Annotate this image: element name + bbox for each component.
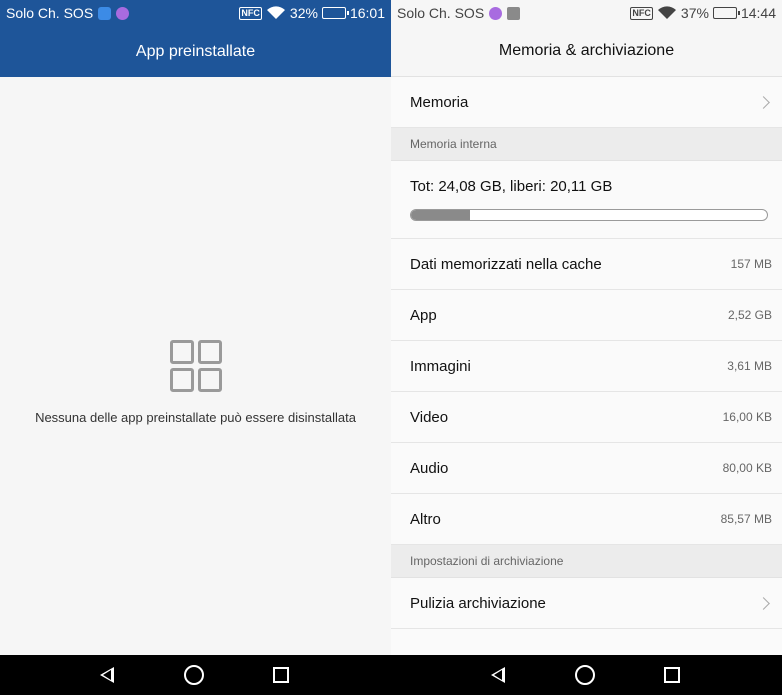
clock: 16:01: [349, 5, 385, 21]
left-screen: Solo Ch. SOS NFC 32% 16:01 App preinstal…: [0, 0, 391, 655]
status-bar: Solo Ch. SOS NFC 32% 16:01: [0, 0, 391, 26]
storage-item-images[interactable]: Immagini 3,61 MB: [391, 341, 782, 392]
storage-item-cache[interactable]: Dati memorizzati nella cache 157 MB: [391, 239, 782, 290]
carrier-label: Solo Ch. SOS: [397, 5, 485, 21]
empty-state: Nessuna delle app preinstallate può esse…: [0, 340, 391, 425]
item-label: Dati memorizzati nella cache: [410, 255, 602, 273]
battery-percent: 32%: [289, 5, 318, 21]
battery-icon: [321, 7, 349, 19]
storage-summary: Tot: 24,08 GB, liberi: 20,11 GB: [391, 161, 782, 239]
page-title: Memoria & archiviazione: [391, 26, 782, 77]
nfc-icon: NFC: [239, 6, 262, 20]
grid-apps-icon: [169, 340, 222, 392]
status-bar: Solo Ch. SOS NFC 37% 14:44: [391, 0, 782, 26]
notification-icon: [98, 6, 112, 20]
storage-item-app[interactable]: App 2,52 GB: [391, 290, 782, 341]
section-header-settings: Impostazioni di archiviazione: [391, 545, 782, 578]
chevron-right-icon: [757, 95, 770, 109]
back-icon[interactable]: [491, 655, 505, 695]
item-value: 2,52 GB: [727, 308, 772, 322]
nfc-icon: NFC: [630, 6, 653, 20]
section-header-internal: Memoria interna: [391, 128, 782, 161]
item-value: 16,00 KB: [722, 410, 772, 424]
battery-icon: [712, 7, 740, 19]
recent-apps-icon[interactable]: [273, 655, 289, 695]
messenger-icon: [116, 6, 130, 20]
item-label: Altro: [410, 510, 441, 528]
carrier-label: Solo Ch. SOS: [6, 5, 94, 21]
storage-items-list: Dati memorizzati nella cache 157 MB App …: [391, 239, 782, 545]
chevron-right-icon: [757, 596, 770, 610]
item-label: Video: [410, 408, 449, 426]
memoria-item[interactable]: Memoria: [391, 77, 782, 128]
wifi-icon: [657, 6, 676, 20]
image-notification-icon: [507, 6, 521, 20]
item-value: 157 MB: [730, 257, 772, 271]
wifi-icon: [266, 6, 285, 20]
battery-percent: 37%: [680, 5, 709, 21]
cleanup-item[interactable]: Pulizia archiviazione: [391, 578, 782, 629]
storage-item-audio[interactable]: Audio 80,00 KB: [391, 443, 782, 494]
clock: 14:44: [740, 5, 776, 21]
page-title: App preinstallate: [0, 26, 391, 77]
storage-usage-bar: [410, 209, 768, 221]
navigation-bar: [0, 655, 782, 695]
storage-item-video[interactable]: Video 16,00 KB: [391, 392, 782, 443]
storage-item-other[interactable]: Altro 85,57 MB: [391, 494, 782, 545]
item-value: 85,57 MB: [720, 512, 772, 526]
empty-message: Nessuna delle app preinstallate può esse…: [35, 410, 356, 425]
cleanup-label: Pulizia archiviazione: [410, 594, 546, 612]
home-icon[interactable]: [575, 655, 595, 695]
back-icon[interactable]: [100, 655, 114, 695]
item-label: Immagini: [410, 357, 471, 375]
recent-apps-icon[interactable]: [664, 655, 680, 695]
storage-summary-text: Tot: 24,08 GB, liberi: 20,11 GB: [410, 178, 613, 195]
messenger-icon: [489, 6, 503, 20]
item-value: 3,61 MB: [727, 359, 772, 373]
item-value: 80,00 KB: [722, 461, 772, 475]
item-label: Audio: [410, 459, 449, 477]
right-screen: Solo Ch. SOS NFC 37% 14:44 Memoria & arc…: [391, 0, 782, 655]
memoria-label: Memoria: [410, 93, 469, 111]
home-icon[interactable]: [184, 655, 204, 695]
item-label: App: [410, 306, 437, 324]
